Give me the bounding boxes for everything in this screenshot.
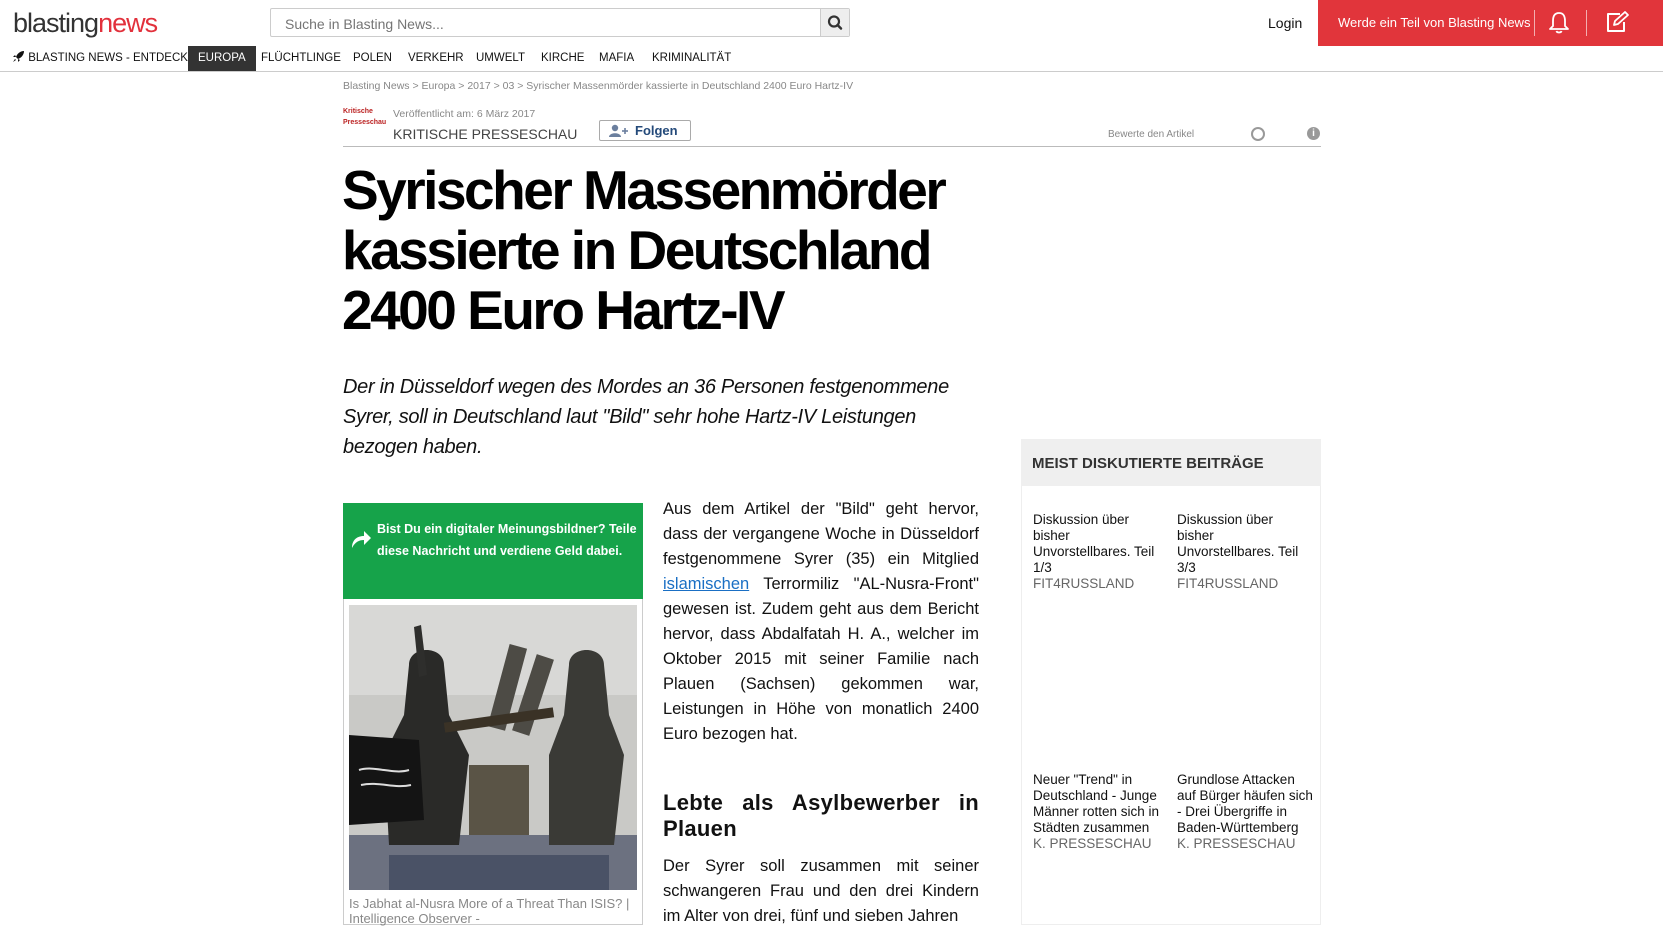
nav-item-fluechtlinge[interactable]: FLÜCHTLINGE	[261, 46, 341, 71]
nav-item-kirche[interactable]: KIRCHE	[541, 46, 584, 71]
post-author: K. PRESSESCHAU	[1177, 836, 1296, 851]
breadcrumb[interactable]: Blasting News > Europa > 2017 > 03 > Syr…	[343, 80, 853, 92]
rocket-icon	[13, 51, 24, 62]
search-input[interactable]	[283, 15, 807, 33]
post-author: FIT4RUSSLAND	[1033, 576, 1135, 591]
publish-date: Veröffentlicht am: 6 März 2017	[393, 108, 536, 120]
post-title: Diskussion über bisher Unvorstellbares. …	[1033, 512, 1155, 575]
author-name[interactable]: KRITISCHE PRESSESCHAU	[393, 126, 577, 142]
share-promo[interactable]: Bist Du ein digitaler Meinungsbildner? T…	[343, 503, 643, 599]
nav-item-polen[interactable]: POLEN	[353, 46, 392, 71]
info-icon[interactable]: i	[1307, 127, 1320, 140]
article-photo[interactable]	[349, 605, 637, 890]
post-title: Diskussion über bisher Unvorstellbares. …	[1177, 512, 1299, 575]
site-logo[interactable]: blastingnews	[13, 8, 158, 39]
logo-text-blasting: blasting	[13, 8, 99, 38]
write-article-button[interactable]	[1604, 10, 1630, 39]
nav-discover[interactable]: BLASTING NEWS - ENTDECKE	[12, 46, 196, 71]
bell-icon	[1549, 12, 1569, 34]
category-nav: BLASTING NEWS - ENTDECKE EUROPA FLÜCHTLI…	[0, 46, 1663, 72]
nav-item-europa[interactable]: EUROPA	[188, 46, 256, 71]
divider	[343, 146, 1321, 147]
nav-item-kriminalitaet[interactable]: KRIMINALITÄT	[652, 46, 731, 71]
tag-link-islamischen[interactable]: islamischen	[663, 575, 749, 593]
article-paragraph: Der Syrer soll zusammen mit seiner schwa…	[663, 857, 979, 925]
join-link[interactable]: Werde ein Teil von Blasting News	[1338, 15, 1530, 30]
loading-icon	[1251, 127, 1265, 141]
nav-item-verkehr[interactable]: VERKEHR	[408, 46, 464, 71]
share-promo-text: Bist Du ein digitaler Meinungsbildner? T…	[377, 522, 637, 558]
article-title: Syrischer Massenmörder kassierte in Deut…	[342, 159, 947, 341]
top-header: blastingnews Login Werde ein Teil von Bl…	[0, 0, 1663, 47]
post-author: FIT4RUSSLAND	[1177, 576, 1279, 591]
notifications-button[interactable]	[1547, 10, 1571, 41]
paragraph-text: Aus dem Artikel der "Bild" geht hervor, …	[663, 500, 979, 568]
most-discussed-title: MEIST DISKUTIERTE BEITRÄGE	[1032, 455, 1264, 472]
most-discussed-header: MEIST DISKUTIERTE BEITRÄGE	[1021, 439, 1321, 486]
image-caption: Is Jabhat al-Nusra More of a Threat Than…	[349, 896, 630, 926]
nav-item-mafia[interactable]: MAFIA	[599, 46, 634, 71]
list-item[interactable]: Neuer "Trend" in Deutschland - Junge Män…	[1033, 772, 1169, 852]
article-subtitle: Der in Düsseldorf wegen des Mordes an 36…	[343, 376, 949, 458]
nav-item-umwelt[interactable]: UMWELT	[476, 46, 525, 71]
divider	[1534, 10, 1535, 36]
divider	[1586, 10, 1587, 36]
nav-discover-label: BLASTING NEWS - ENTDECKE	[28, 52, 196, 64]
logo-text-news: news	[98, 8, 158, 38]
rate-article-label: Bewerte den Artikel	[1108, 129, 1195, 140]
search-icon	[827, 15, 843, 30]
article-paragraph: Aus dem Artikel der "Bild" geht hervor, …	[663, 497, 979, 747]
list-item[interactable]: Diskussion über bisher Unvorstellbares. …	[1177, 512, 1313, 592]
join-bar: Werde ein Teil von Blasting News	[1318, 0, 1663, 46]
list-item[interactable]: Diskussion über bisher Unvorstellbares. …	[1033, 512, 1169, 592]
add-user-icon	[608, 124, 630, 141]
article-subheading: Lebte als Asylbewerber in Plauen	[663, 790, 979, 841]
follow-button[interactable]: Folgen	[599, 120, 691, 141]
share-arrow-icon	[349, 528, 373, 555]
article-image-frame: Is Jabhat al-Nusra More of a Threat Than…	[343, 599, 643, 926]
list-item[interactable]: Grundlose Attacken auf Bürger häufen sic…	[1177, 772, 1313, 852]
search-button[interactable]	[820, 9, 849, 36]
follow-label: Folgen	[635, 123, 678, 138]
search-box	[270, 8, 850, 37]
edit-icon	[1607, 11, 1629, 32]
most-discussed-list: Diskussion über bisher Unvorstellbares. …	[1021, 486, 1321, 925]
author-avatar[interactable]: Kritische Presseschau	[343, 106, 387, 130]
post-author: K. PRESSESCHAU	[1033, 836, 1152, 851]
login-link[interactable]: Login	[1268, 15, 1302, 31]
paragraph-text: Terrormiliz "AL-Nusra-Front" gewesen ist…	[663, 575, 979, 743]
post-title: Neuer "Trend" in Deutschland - Junge Män…	[1033, 772, 1160, 835]
post-title: Grundlose Attacken auf Bürger häufen sic…	[1177, 772, 1313, 835]
